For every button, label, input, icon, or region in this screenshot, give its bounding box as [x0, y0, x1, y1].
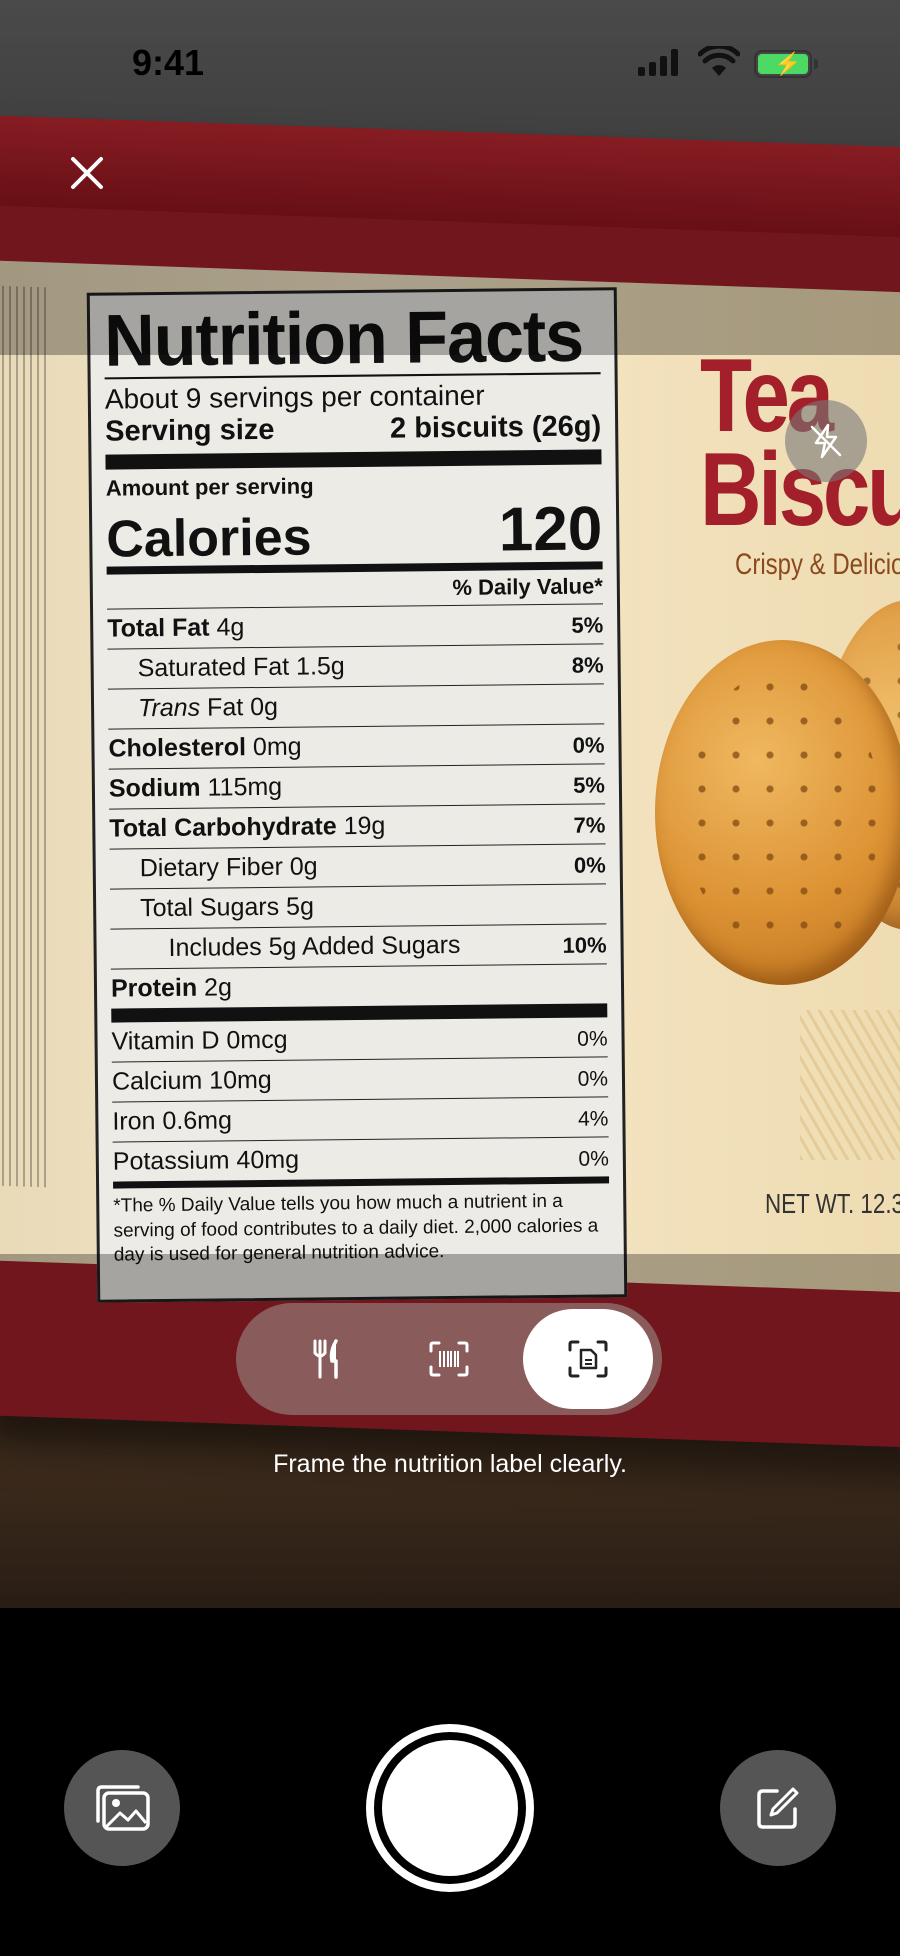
serving-size-row: Serving size 2 biscuits (26g): [105, 410, 602, 470]
nutrient-pct: 10%: [562, 932, 607, 958]
nutrient-name: Dietary Fiber: [139, 852, 283, 883]
mode-barcode-button[interactable]: [384, 1309, 514, 1409]
scan-mode-selector: [236, 1303, 662, 1415]
daily-value-header: % Daily Value*: [106, 569, 604, 610]
servings-text: About 9 servings per container: [104, 379, 485, 415]
nutrient-row-total-sugars: Total Sugars 5g: [109, 884, 607, 930]
nutrient-name: Total Fat: [107, 613, 210, 643]
serving-size-value: 2 biscuits (26g): [389, 410, 602, 445]
nutrient-amount: 115mg: [207, 772, 283, 802]
nutrient-row-trans-fat: Trans Fat 0g: [107, 684, 605, 730]
nutrient-name: Cholesterol: [108, 733, 247, 763]
nutrient-row-added-sugars: Includes 5g Added Sugars 10%: [110, 924, 607, 970]
vitamin-row: Iron 0.6mg 4%: [112, 1097, 609, 1143]
nutrient-name: Saturated Fat: [137, 652, 290, 683]
vitamin-row: Potassium 40mg 0%: [112, 1137, 610, 1189]
close-button[interactable]: [62, 148, 112, 198]
vitamin-row: Vitamin D 0mcg 0%: [111, 1017, 608, 1063]
vitamin-name: Potassium 40mg: [112, 1145, 300, 1176]
biscuit-image: [655, 640, 900, 985]
vitamin-pct: 0%: [577, 1027, 608, 1051]
close-icon: [71, 157, 103, 189]
vitamin-name: Vitamin D 0mcg: [111, 1025, 288, 1056]
calories-value: 120: [498, 494, 603, 565]
barcode-scan-icon: [429, 1341, 469, 1377]
vitamin-name: Calcium 10mg: [111, 1066, 272, 1096]
package-side-text: [0, 285, 48, 1188]
nutrient-row-total-fat: Total Fat 4g 5%: [107, 604, 604, 650]
product-tagline: Crispy & Delicio: [735, 548, 900, 581]
status-bar: 9:41 ⚡: [0, 0, 900, 130]
mode-label-button[interactable]: [523, 1309, 653, 1409]
nutrient-amount: 19g: [343, 811, 386, 841]
calories-row: Calories 120: [105, 494, 603, 575]
nutrient-amount: 4g: [216, 613, 245, 642]
nutrient-amount: Fat 0g: [206, 692, 279, 722]
flash-toggle-button[interactable]: [785, 400, 867, 482]
gallery-button[interactable]: [64, 1750, 180, 1866]
nutrient-name: Sodium: [108, 773, 201, 803]
nutrient-pct: 0%: [572, 732, 605, 758]
nutrient-name: Trans: [137, 693, 201, 723]
nutrient-amount: 0g: [289, 852, 318, 881]
nutrient-name: Includes 5g Added Sugars: [168, 931, 461, 963]
vitamin-row: Calcium 10mg 0%: [111, 1057, 609, 1103]
scan-hint-text: Frame the nutrition label clearly.: [273, 1450, 627, 1478]
manual-entry-button[interactable]: [720, 1750, 836, 1866]
wifi-icon: [698, 46, 740, 76]
battery-icon: ⚡: [754, 50, 818, 78]
nutrient-name: Total Sugars: [140, 892, 280, 923]
nutrient-pct: 5%: [572, 772, 606, 798]
nutrient-name: Protein: [110, 973, 198, 1003]
nutrient-amount: 5g: [285, 892, 315, 921]
status-time: 9:41: [132, 42, 205, 83]
nutrient-row-protein: Protein 2g: [110, 964, 608, 1023]
nutrient-amount: 1.5g: [295, 652, 345, 681]
vitamin-name: Iron 0.6mg: [112, 1106, 233, 1136]
net-weight: NET WT. 12.3: [765, 1188, 900, 1219]
edit-icon: [757, 1787, 799, 1829]
nutrient-row-cholesterol: Cholesterol 0mg 0%: [108, 724, 605, 770]
calories-label: Calories: [106, 507, 312, 569]
nutrient-pct: 7%: [573, 812, 606, 838]
shutter-inner: [382, 1740, 518, 1876]
nutrient-row-dietary-fiber: Dietary Fiber 0g 0%: [109, 844, 606, 890]
nutrient-amount: 0mg: [252, 732, 302, 762]
fork-knife-icon: [313, 1339, 338, 1379]
vitamin-pct: 0%: [578, 1147, 609, 1171]
document-scan-icon: [568, 1340, 608, 1378]
serving-size-label: Serving size: [105, 413, 275, 448]
nutrient-row-total-carbohydrate: Total Carbohydrate 19g 7%: [109, 804, 606, 850]
nutrient-row-saturated-fat: Saturated Fat 1.5g 8%: [107, 644, 604, 690]
camera-controls: [0, 1608, 900, 1956]
vitamin-pct: 4%: [577, 1107, 609, 1131]
nutrition-label: Nutrition Facts About 9 servings per con…: [86, 287, 628, 1303]
vitamin-pct: 0%: [577, 1067, 609, 1091]
wheat-image: [800, 1010, 900, 1160]
photo-gallery-icon: [96, 1785, 150, 1831]
nutrient-amount: 2g: [203, 973, 233, 1002]
daily-value-header-text: % Daily Value*: [452, 573, 603, 601]
cellular-signal-icon: [638, 48, 678, 76]
shutter-button[interactable]: [366, 1724, 534, 1892]
nutrient-name: Total Carbohydrate: [109, 812, 337, 843]
mode-food-button[interactable]: [262, 1309, 392, 1409]
nutrient-pct: 0%: [573, 852, 606, 878]
nutrient-pct: 5%: [571, 612, 604, 638]
flash-off-icon: [810, 423, 842, 459]
nutrient-row-sodium: Sodium 115mg 5%: [108, 764, 606, 810]
nutrient-pct: 8%: [571, 652, 604, 678]
